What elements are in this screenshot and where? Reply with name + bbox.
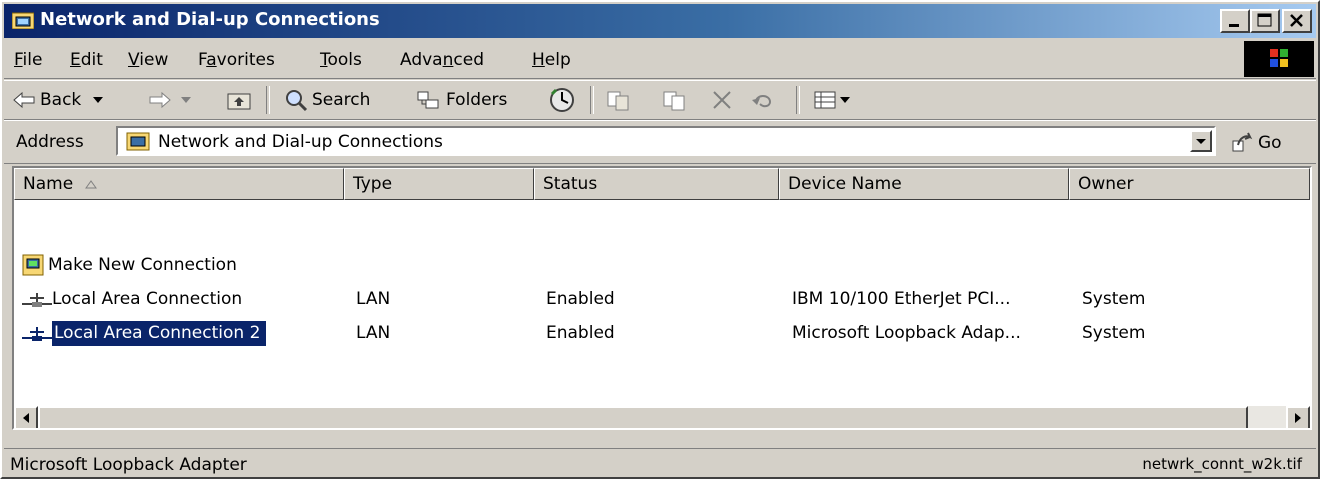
app-window: Network and Dial-up Connections File Edi… <box>0 0 1320 479</box>
search-button[interactable]: Search <box>284 81 370 119</box>
column-owner-label: Owner <box>1078 174 1134 194</box>
chevron-down-icon <box>181 97 191 103</box>
search-icon <box>286 90 308 112</box>
chevron-down-icon <box>93 97 104 103</box>
status-bar: Microsoft Loopback Adapter netwrk_connt_… <box>4 448 1316 477</box>
address-value: Network and Dial-up Connections <box>158 132 443 152</box>
undo-icon <box>752 95 772 108</box>
row-name: Make New Connection <box>48 255 237 275</box>
row-status: Enabled <box>546 323 615 343</box>
up-folder-icon <box>227 93 251 110</box>
go-arrow-icon <box>1232 132 1253 152</box>
history-button[interactable] <box>548 81 576 119</box>
undo-button[interactable] <box>750 81 776 119</box>
chevron-down-icon <box>1196 139 1206 144</box>
status-text: Microsoft Loopback Adapter <box>10 455 247 475</box>
folder-network-icon <box>126 132 150 151</box>
arrow-right-icon <box>1295 413 1301 423</box>
copy-to-button[interactable] <box>662 81 688 119</box>
folder-network-icon <box>12 12 34 29</box>
toolbar-separator <box>266 86 270 114</box>
go-button[interactable]: Go <box>1230 129 1310 157</box>
address-bar: Address Network and Dial-up Connections … <box>4 120 1316 164</box>
row-name: Local Area Connection <box>52 289 243 309</box>
make-new-connection-icon <box>22 254 44 276</box>
scroll-left-button[interactable] <box>14 406 38 428</box>
connections-list[interactable]: Name Type Status Device Name Owner Make … <box>12 166 1312 430</box>
address-label: Address <box>16 132 84 152</box>
forward-arrow-icon <box>149 91 171 109</box>
scroll-right-button[interactable] <box>1286 406 1310 428</box>
toolbar-separator <box>796 86 800 114</box>
address-input[interactable]: Network and Dial-up Connections <box>116 126 1216 156</box>
window-title: Network and Dial-up Connections <box>40 9 380 30</box>
maximize-icon <box>1257 13 1272 27</box>
forward-button[interactable] <box>148 81 194 119</box>
menu-advanced[interactable]: Advanced <box>400 50 484 70</box>
chevron-down-icon <box>840 97 850 103</box>
column-name-label: Name <box>23 174 74 194</box>
back-arrow-icon <box>13 91 35 109</box>
minimize-button[interactable] <box>1220 9 1250 33</box>
column-header-device-name[interactable]: Device Name <box>779 168 1069 200</box>
search-label: Search <box>312 90 371 110</box>
menu-file[interactable]: File <box>14 50 42 70</box>
list-item[interactable]: Local Area Connection LAN Enabled IBM 10… <box>14 282 1310 316</box>
views-icon <box>814 91 836 109</box>
row-type: LAN <box>356 323 391 343</box>
row-name: Local Area Connection 2 <box>52 321 267 346</box>
delete-icon <box>713 91 731 109</box>
row-device: IBM 10/100 EtherJet PCI... <box>792 289 1011 309</box>
delete-button[interactable] <box>710 81 734 119</box>
standard-toolbar: Back Search Folders <box>4 80 1316 120</box>
file-name-label: netwrk_connt_w2k.tif <box>1142 455 1302 473</box>
back-button[interactable]: Back <box>12 81 107 119</box>
scrollbar-thumb[interactable] <box>38 406 1248 428</box>
menu-edit[interactable]: Edit <box>70 50 103 70</box>
lan-connection-icon <box>22 327 52 341</box>
folders-icon <box>417 91 439 109</box>
move-to-icon <box>607 91 629 111</box>
toolbar-separator <box>590 86 594 114</box>
history-icon <box>550 88 574 112</box>
title-bar[interactable]: Network and Dial-up Connections <box>4 4 1316 38</box>
close-icon <box>1290 14 1303 27</box>
menu-view[interactable]: View <box>128 50 168 70</box>
minimize-icon <box>1229 24 1239 27</box>
menu-favorites[interactable]: Favorites <box>198 50 275 70</box>
column-header-owner[interactable]: Owner <box>1069 168 1310 200</box>
row-type: LAN <box>356 289 391 309</box>
row-status: Enabled <box>546 289 615 309</box>
arrow-left-icon <box>23 413 29 423</box>
column-status-label: Status <box>543 174 598 194</box>
menu-tools[interactable]: Tools <box>320 50 362 70</box>
lan-connection-icon <box>22 293 52 307</box>
windows-logo-icon <box>1244 41 1314 77</box>
sort-ascending-icon <box>84 180 97 189</box>
up-folder-button[interactable] <box>226 81 252 119</box>
back-label: Back <box>40 90 82 110</box>
column-header-type[interactable]: Type <box>344 168 534 200</box>
horizontal-scrollbar[interactable] <box>14 406 1310 428</box>
folders-label: Folders <box>446 90 508 110</box>
address-dropdown-button[interactable] <box>1190 130 1212 152</box>
move-to-button[interactable] <box>606 81 632 119</box>
row-device: Microsoft Loopback Adap... <box>792 323 1021 343</box>
views-button[interactable] <box>812 81 852 119</box>
go-label: Go <box>1258 133 1282 153</box>
close-button[interactable] <box>1282 9 1312 33</box>
column-type-label: Type <box>353 174 393 194</box>
menu-bar: File Edit View Favorites Tools Advanced … <box>4 40 1316 79</box>
copy-to-icon <box>663 91 685 111</box>
row-owner: System <box>1082 323 1146 343</box>
column-device-label: Device Name <box>788 174 902 194</box>
maximize-button[interactable] <box>1250 9 1280 33</box>
column-header-name[interactable]: Name <box>14 168 344 200</box>
list-item-selected[interactable]: Local Area Connection 2 LAN Enabled Micr… <box>14 316 1310 350</box>
folders-button[interactable]: Folders <box>416 81 507 119</box>
column-header-status[interactable]: Status <box>534 168 779 200</box>
menu-help[interactable]: Help <box>532 50 571 70</box>
list-item[interactable]: Make New Connection <box>14 248 1310 282</box>
row-owner: System <box>1082 289 1146 309</box>
